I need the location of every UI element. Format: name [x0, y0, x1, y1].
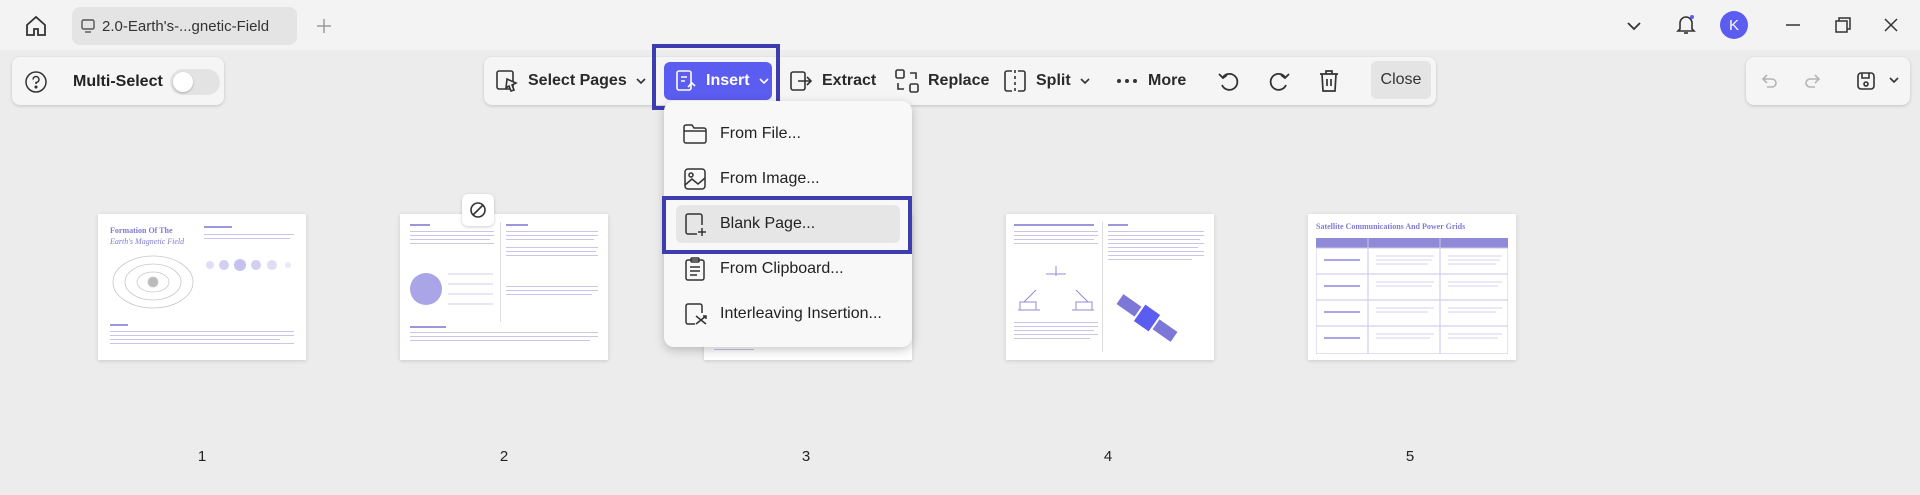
phase-circles — [206, 259, 291, 271]
chevron-down-icon[interactable] — [1622, 14, 1646, 38]
menu-item-label: From Image... — [720, 170, 820, 187]
split-label: Split — [1036, 72, 1071, 89]
interleave-icon — [685, 303, 707, 325]
blank-page-highlight-frame — [662, 196, 912, 254]
select-pages-button[interactable]: Select Pages — [494, 62, 647, 100]
page-thumbnail-5[interactable]: Satellite Communications And Power Grids — [1308, 214, 1516, 360]
clipboard-icon — [685, 257, 705, 281]
page-number-4: 4 — [1103, 448, 1113, 465]
undo-icon[interactable] — [1756, 68, 1782, 94]
select-pages-label: Select Pages — [528, 72, 627, 89]
menu-item-from-image[interactable]: From Image... — [676, 160, 900, 198]
exclude-page-icon[interactable] — [462, 194, 494, 226]
page-1-subheading: Earth's Magnetic Field — [110, 237, 185, 246]
select-pages-icon — [496, 70, 518, 92]
chevron-down-icon — [1080, 78, 1090, 85]
page-number-2: 2 — [499, 448, 509, 465]
multi-select-toggle[interactable] — [170, 69, 220, 95]
page-thumbnail-1[interactable]: Formation Of The Earth's Magnetic Field — [98, 214, 306, 360]
menu-item-label: From Clipboard... — [720, 260, 844, 277]
split-icon — [1004, 70, 1026, 92]
field-diagram — [112, 255, 194, 309]
rotate-right-icon[interactable] — [1264, 66, 1294, 96]
earth-diagram — [410, 273, 493, 305]
replace-icon — [895, 69, 919, 93]
avatar-initial: K — [1720, 11, 1748, 39]
page-thumbnail-4[interactable] — [1006, 214, 1214, 360]
folder-icon — [683, 124, 707, 144]
extract-button[interactable]: Extract — [788, 62, 876, 100]
page-1-heading: Formation Of The — [110, 226, 173, 235]
extract-label: Extract — [822, 72, 877, 89]
more-button[interactable]: More — [1114, 62, 1186, 100]
document-tab[interactable]: 2.0-Earth's-...gnetic-Field — [72, 7, 297, 45]
more-icon — [1117, 79, 1137, 83]
save-icon[interactable] — [1852, 67, 1880, 95]
delete-icon[interactable] — [1314, 66, 1344, 96]
chevron-down-icon — [636, 78, 646, 85]
menu-item-from-file[interactable]: From File... — [676, 115, 900, 153]
split-button[interactable]: Split — [1002, 62, 1091, 100]
page-5-heading: Satellite Communications And Power Grids — [1316, 222, 1466, 231]
more-label: More — [1148, 72, 1187, 89]
redo-icon[interactable] — [1800, 68, 1826, 94]
document-tab-icon — [80, 18, 96, 34]
toggle-knob — [173, 72, 193, 92]
table-diagram — [1316, 238, 1508, 354]
close-icon[interactable] — [1878, 12, 1904, 38]
bell-icon[interactable] — [1672, 10, 1700, 38]
antenna-diagram — [1018, 266, 1094, 311]
home-icon[interactable] — [20, 10, 52, 42]
multi-select-label: Multi-Select — [73, 73, 163, 90]
replace-button[interactable]: Replace — [894, 62, 989, 100]
extract-icon — [790, 71, 813, 91]
help-icon[interactable] — [22, 68, 50, 96]
minimize-icon[interactable] — [1780, 12, 1806, 38]
page-thumbnail-2[interactable] — [400, 214, 608, 360]
page-number-1: 1 — [197, 448, 207, 465]
document-tab-title: 2.0-Earth's-...gnetic-Field — [102, 17, 270, 35]
avatar[interactable]: K — [1720, 11, 1748, 39]
menu-item-interleaving-insertion[interactable]: Interleaving Insertion... — [676, 295, 900, 333]
restore-icon[interactable] — [1830, 12, 1856, 38]
menu-item-label: From File... — [720, 125, 801, 142]
satellite-illustration — [1116, 294, 1178, 342]
chevron-down-icon[interactable] — [1886, 72, 1902, 88]
page-number-5: 5 — [1405, 448, 1415, 465]
replace-label: Replace — [928, 72, 990, 89]
image-icon — [684, 168, 706, 190]
close-button[interactable]: Close — [1371, 61, 1431, 99]
page-number-3: 3 — [801, 448, 811, 465]
menu-item-label: Interleaving Insertion... — [720, 305, 882, 322]
plus-icon[interactable] — [312, 14, 336, 38]
menu-item-from-clipboard[interactable]: From Clipboard... — [676, 250, 900, 288]
rotate-left-icon[interactable] — [1214, 66, 1244, 96]
